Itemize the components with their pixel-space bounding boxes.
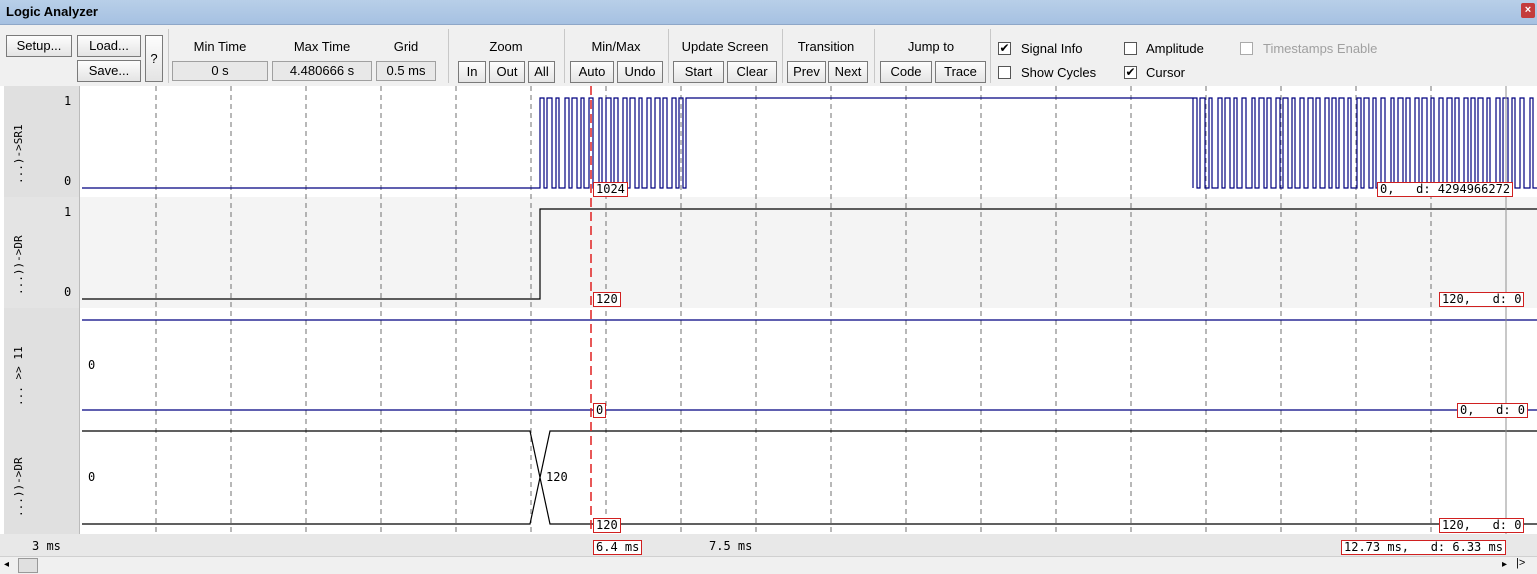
cursor-value: 120: [593, 518, 621, 533]
grid-label: Grid: [393, 39, 419, 54]
cursor-value: 0: [593, 403, 607, 418]
signal-names: ...)->SR1 1 0 ...))->DR 1 0 ... >> 11 ..…: [0, 86, 80, 534]
code-button[interactable]: Code: [880, 61, 932, 83]
cursor-time: 6.4 ms: [593, 540, 643, 555]
prev-button[interactable]: Prev: [787, 61, 826, 83]
horizontal-scrollbar[interactable]: ◂ ▸ |>: [0, 556, 1537, 574]
cursor-value: 1024: [593, 182, 628, 197]
signal-name: ... >> 11: [12, 346, 25, 406]
timestamps-enable-checkbox: [1240, 42, 1253, 55]
signal-name: ...))->DR: [12, 457, 25, 517]
amplitude-checkbox[interactable]: [1124, 42, 1137, 55]
auto-button[interactable]: Auto: [570, 61, 614, 83]
zoom-out-button[interactable]: Out: [489, 61, 525, 83]
amplitude-label: Amplitude: [1146, 41, 1204, 56]
toolbar: Setup... Load... Save... ? Min Time 0 s …: [0, 25, 1537, 86]
load-button[interactable]: Load...: [77, 35, 141, 57]
high-label: 1: [64, 205, 72, 219]
bus-value: 0: [88, 358, 96, 372]
signal-row-sr1[interactable]: ...)->SR1 1 0: [4, 86, 80, 197]
bus-change-value: 120: [546, 470, 568, 484]
max-time-label: Max Time: [293, 39, 351, 54]
time-mid-label: 7.5 ms: [709, 539, 753, 553]
minmax-label: Min/Max: [591, 39, 641, 54]
setup-button[interactable]: Setup...: [6, 35, 72, 57]
right-cursor-time: 12.73 ms, d: 6.33 ms: [1341, 540, 1506, 555]
help-button[interactable]: ?: [145, 35, 163, 82]
show-cycles-checkbox[interactable]: [998, 66, 1011, 79]
signal-info-checkbox[interactable]: ✔: [998, 42, 1011, 55]
next-button[interactable]: Next: [828, 61, 868, 83]
cursor-checkbox[interactable]: ✔: [1124, 66, 1137, 79]
right-cursor-value: 120, d: 0: [1439, 292, 1525, 307]
scroll-end-icon[interactable]: |>: [1516, 557, 1525, 569]
signal-info-label: Signal Info: [1021, 41, 1083, 56]
bus-value: 0: [88, 470, 96, 484]
cursor-label: Cursor: [1146, 65, 1186, 80]
separator: [168, 29, 169, 83]
timestamps-enable-label: Timestamps Enable: [1263, 41, 1378, 56]
show-cycles-label: Show Cycles: [1021, 65, 1097, 80]
right-cursor-value: 0, d: 4294966272: [1377, 182, 1514, 197]
cursor-value: 120: [593, 292, 621, 307]
low-label: 0: [64, 285, 72, 299]
window-title: Logic Analyzer: [6, 4, 98, 19]
max-time-value: 4.480666 s: [272, 61, 372, 81]
title-bar: Logic Analyzer ×: [0, 0, 1537, 25]
time-left-label: 3 ms: [32, 539, 61, 553]
zoom-all-button[interactable]: All: [528, 61, 555, 83]
right-cursor-value: 120, d: 0: [1439, 518, 1525, 533]
separator: [448, 29, 449, 83]
update-screen-label: Update Screen: [681, 39, 769, 54]
right-cursor-value: 0, d: 0: [1457, 403, 1529, 418]
min-time-label: Min Time: [193, 39, 247, 54]
scroll-thumb[interactable]: [18, 558, 38, 573]
scroll-right-icon[interactable]: ▸: [1502, 559, 1507, 570]
separator: [564, 29, 565, 83]
save-button[interactable]: Save...: [77, 60, 141, 82]
low-label: 0: [64, 174, 72, 188]
signal-name: ...))->DR: [12, 235, 25, 295]
start-button[interactable]: Start: [673, 61, 724, 83]
signal-row-dr[interactable]: ...))->DR 1 0: [4, 197, 80, 308]
zoom-label: Zoom: [489, 39, 523, 54]
signal-row-shift[interactable]: ... >> 11: [4, 308, 80, 419]
time-axis: 3 ms 6.4 ms 7.5 ms 12.73 ms, d: 6.33 ms: [0, 534, 1537, 556]
separator: [668, 29, 669, 83]
trace-button[interactable]: Trace: [935, 61, 986, 83]
close-icon[interactable]: ×: [1521, 3, 1535, 18]
jump-to-label: Jump to: [907, 39, 955, 54]
separator: [990, 29, 991, 83]
transition-label: Transition: [797, 39, 855, 54]
high-label: 1: [64, 94, 72, 108]
undo-button[interactable]: Undo: [617, 61, 663, 83]
signal-row-dr-bus[interactable]: ...))->DR: [4, 419, 80, 534]
clear-button[interactable]: Clear: [727, 61, 777, 83]
separator: [782, 29, 783, 83]
separator: [874, 29, 875, 83]
scroll-left-icon[interactable]: ◂: [4, 559, 9, 570]
min-time-value: 0 s: [172, 61, 268, 81]
waveform-area[interactable]: [0, 86, 1537, 534]
signal-name: ...)->SR1: [12, 124, 25, 184]
zoom-in-button[interactable]: In: [458, 61, 486, 83]
grid-value: 0.5 ms: [376, 61, 436, 81]
